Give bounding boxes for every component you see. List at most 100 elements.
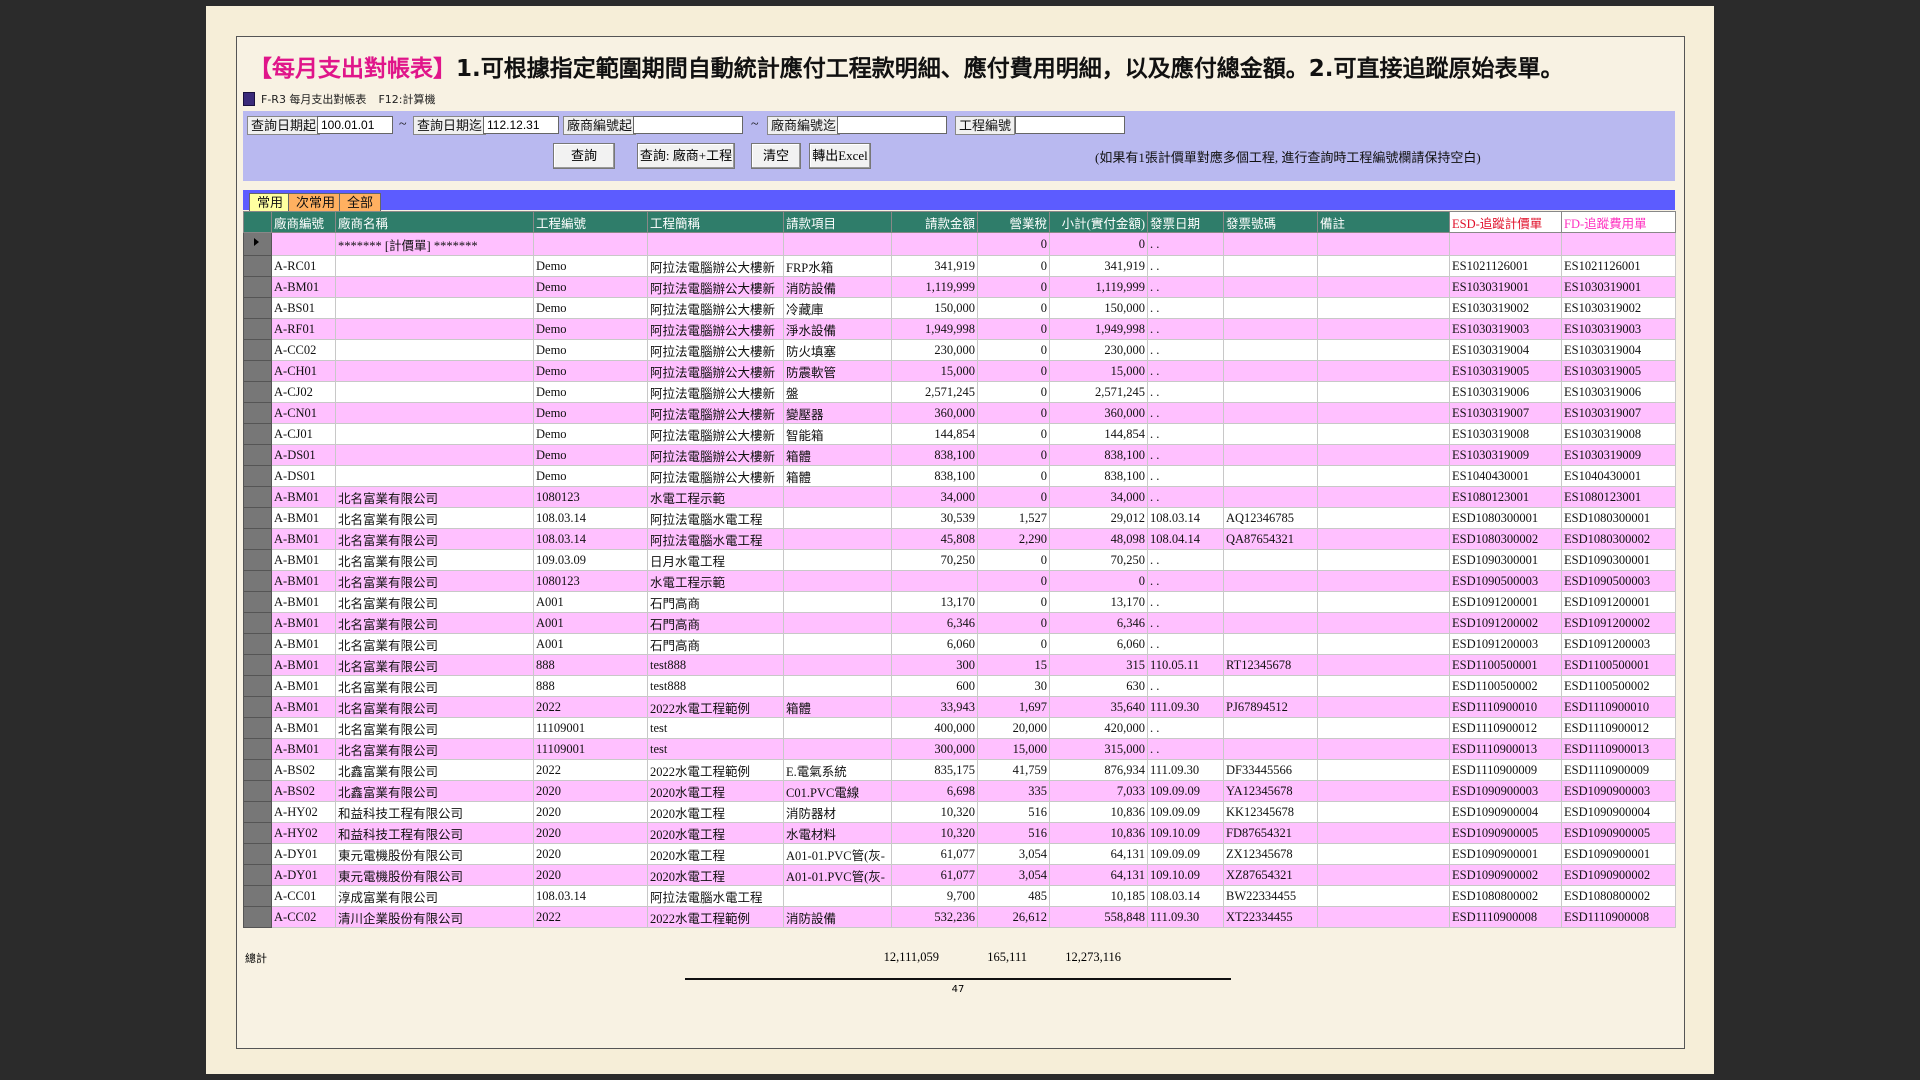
row-selector[interactable] [243, 339, 272, 361]
col-invoice-no[interactable]: 發票號碼 [1223, 211, 1318, 233]
row-selector[interactable] [243, 906, 272, 928]
row-selector[interactable] [243, 591, 272, 613]
cell-esd-tracking[interactable]: ES1030319003 [1449, 318, 1562, 340]
cell-fd-tracking[interactable]: ESD1110900013 [1561, 738, 1676, 760]
cell-esd-tracking[interactable]: ESD1080300002 [1449, 528, 1562, 550]
row-selector[interactable] [243, 360, 272, 382]
cell-esd-tracking[interactable]: ESD1091200001 [1449, 591, 1562, 613]
row-selector[interactable] [243, 297, 272, 319]
table-row[interactable]: A-BM01 北名富業有限公司 A001 石門高商 13,170 0 13,170. . ES… [243, 591, 1676, 613]
query-vendor-project-button[interactable]: 查詢: 廠商+工程 [637, 143, 735, 169]
cell-fd-tracking[interactable]: ESD1080300002 [1561, 528, 1676, 550]
table-row[interactable]: A-BM01 Demo 阿拉法電腦辦公大樓新 消防設備 1,119,999 0 1,119,… [243, 276, 1676, 298]
row-selector[interactable] [243, 232, 272, 256]
cell-fd-tracking[interactable]: ES1030319003 [1561, 318, 1676, 340]
row-selector[interactable] [243, 528, 272, 550]
vendor-from-input[interactable] [633, 116, 743, 134]
table-row[interactable]: A-DS01 Demo 阿拉法電腦辦公大樓新 箱體 838,100 0 838,100. .… [243, 444, 1676, 466]
cell-fd-tracking[interactable]: ESD1090900003 [1561, 780, 1676, 802]
cell-esd-tracking[interactable]: ESD1091200002 [1449, 612, 1562, 634]
cell-fd-tracking[interactable]: ESD1080300001 [1561, 507, 1676, 529]
cell-esd-tracking[interactable]: ESD1110900008 [1449, 906, 1562, 928]
table-row[interactable]: A-BM01 北名富業有限公司 109.03.09 日月水電工程 70,250 0 70,2… [243, 549, 1676, 571]
table-row[interactable]: ******* [計價單] ******* 0 0. . [243, 232, 1676, 256]
row-selector[interactable] [243, 276, 272, 298]
cell-esd-tracking[interactable]: ES1030319006 [1449, 381, 1562, 403]
cell-fd-tracking[interactable]: ESD1110900009 [1561, 759, 1676, 781]
col-project-id[interactable]: 工程編號 [533, 211, 648, 233]
cell-esd-tracking[interactable]: ESD1090500003 [1449, 570, 1562, 592]
table-row[interactable]: A-BM01 北名富業有限公司 1080123 水電工程示範 34,000 0 34,000… [243, 486, 1676, 508]
col-esd-tracking[interactable]: ESD-追蹤計價單 [1449, 211, 1562, 233]
cell-fd-tracking[interactable]: ESD1090900004 [1561, 801, 1676, 823]
table-row[interactable]: A-HY02 和益科技工程有限公司 2020 2020水電工程 消防器材 10,320 51… [243, 801, 1676, 823]
table-row[interactable]: A-CJ02 Demo 阿拉法電腦辦公大樓新盤 2,571,245 0 2,571,245… [243, 381, 1676, 403]
cell-fd-tracking[interactable]: ES1030319001 [1561, 276, 1676, 298]
row-selector[interactable] [243, 549, 272, 571]
table-row[interactable]: A-CC02 清川企業股份有限公司 2022 2022水電工程範例 消防設備 532,23… [243, 906, 1676, 928]
cell-esd-tracking[interactable]: ES1040430001 [1449, 465, 1562, 487]
table-row[interactable]: A-BM01 北名富業有限公司 888 test888 300 15 315 110.05.1… [243, 654, 1676, 676]
row-selector[interactable] [243, 507, 272, 529]
table-row[interactable]: A-BS01 Demo 阿拉法電腦辦公大樓新 冷藏庫 150,000 0 150,000. … [243, 297, 1676, 319]
cell-esd-tracking[interactable]: ESD1110900013 [1449, 738, 1562, 760]
table-row[interactable]: A-CC01 淳成富業有限公司 108.03.14 阿拉法電腦水電工程 9,700 485… [243, 885, 1676, 907]
table-row[interactable]: A-DY01 東元電機股份有限公司 2020 2020水電工程 A01-01.PVC管(… [243, 864, 1676, 886]
date-from-input[interactable] [317, 116, 393, 134]
cell-esd-tracking[interactable]: ES1080123001 [1449, 486, 1562, 508]
row-selector[interactable] [243, 675, 272, 697]
cell-esd-tracking[interactable]: ESD1090300001 [1449, 549, 1562, 571]
table-row[interactable]: A-DY01 東元電機股份有限公司 2020 2020水電工程 A01-01.PVC管(… [243, 843, 1676, 865]
table-row[interactable]: A-BM01 北名富業有限公司 108.03.14 阿拉法電腦水電工程 30,539 1,… [243, 507, 1676, 529]
export-excel-button[interactable]: 轉出Excel [809, 143, 871, 169]
cell-fd-tracking[interactable]: ES1030319009 [1561, 444, 1676, 466]
cell-esd-tracking[interactable]: ES1030319002 [1449, 297, 1562, 319]
cell-esd-tracking[interactable]: ESD1091200003 [1449, 633, 1562, 655]
cell-fd-tracking[interactable]: ES1030319008 [1561, 423, 1676, 445]
row-selector[interactable] [243, 885, 272, 907]
table-row[interactable]: A-CH01 Demo 阿拉法電腦辦公大樓新 防震軟管 15,000 0 15,000. .… [243, 360, 1676, 382]
cell-fd-tracking[interactable]: ESD1090900005 [1561, 822, 1676, 844]
row-selector[interactable] [243, 738, 272, 760]
row-selector[interactable] [243, 486, 272, 508]
row-selector[interactable] [243, 444, 272, 466]
table-row[interactable]: A-BM01 北名富業有限公司 11109001 test 300,000 15,000 3… [243, 738, 1676, 760]
row-selector[interactable] [243, 570, 272, 592]
col-remarks[interactable]: 備註 [1317, 211, 1450, 233]
table-row[interactable]: A-CJ01 Demo 阿拉法電腦辦公大樓新 智能箱 144,854 0 144,854. … [243, 423, 1676, 445]
cell-fd-tracking[interactable]: ES1080123001 [1561, 486, 1676, 508]
cell-fd-tracking[interactable]: ES1030319005 [1561, 360, 1676, 382]
vendor-to-input[interactable] [837, 116, 947, 134]
date-to-input[interactable] [483, 116, 559, 134]
query-button[interactable]: 查詢 [553, 143, 615, 169]
cell-esd-tracking[interactable]: ES1030319001 [1449, 276, 1562, 298]
tab-all[interactable]: 全部 [339, 193, 382, 211]
row-selector[interactable] [243, 255, 272, 277]
col-subtotal[interactable]: 小計(實付金額) [1049, 211, 1148, 233]
cell-esd-tracking[interactable]: ES1030319005 [1449, 360, 1562, 382]
cell-fd-tracking[interactable] [1561, 232, 1676, 256]
cell-fd-tracking[interactable]: ES1030319007 [1561, 402, 1676, 424]
row-selector[interactable] [243, 654, 272, 676]
row-selector[interactable] [243, 801, 272, 823]
row-selector[interactable] [243, 402, 272, 424]
cell-esd-tracking[interactable]: ES1030319007 [1449, 402, 1562, 424]
cell-fd-tracking[interactable]: ESD1080800002 [1561, 885, 1676, 907]
cell-fd-tracking[interactable]: ESD1110900012 [1561, 717, 1676, 739]
cell-esd-tracking[interactable]: ESD1090900003 [1449, 780, 1562, 802]
table-row[interactable]: A-DS01 Demo 阿拉法電腦辦公大樓新 箱體 838,100 0 838,100. .… [243, 465, 1676, 487]
cell-fd-tracking[interactable]: ESD1100500002 [1561, 675, 1676, 697]
cell-esd-tracking[interactable]: ESD1100500002 [1449, 675, 1562, 697]
col-claim-item[interactable]: 請款項目 [783, 211, 892, 233]
cell-esd-tracking[interactable]: ESD1090900005 [1449, 822, 1562, 844]
table-row[interactable]: A-BM01 北名富業有限公司 108.03.14 阿拉法電腦水電工程 45,808 2,… [243, 528, 1676, 550]
cell-fd-tracking[interactable]: ES1021126001 [1561, 255, 1676, 277]
cell-esd-tracking[interactable]: ESD1080800002 [1449, 885, 1562, 907]
col-vendor-id[interactable]: 廠商編號 [271, 211, 336, 233]
row-selector[interactable] [243, 822, 272, 844]
tab-common[interactable]: 常用 [249, 193, 292, 211]
cell-fd-tracking[interactable]: ES1030319004 [1561, 339, 1676, 361]
cell-esd-tracking[interactable] [1449, 232, 1562, 256]
row-selector[interactable] [243, 381, 272, 403]
cell-fd-tracking[interactable]: ESD1110900008 [1561, 906, 1676, 928]
